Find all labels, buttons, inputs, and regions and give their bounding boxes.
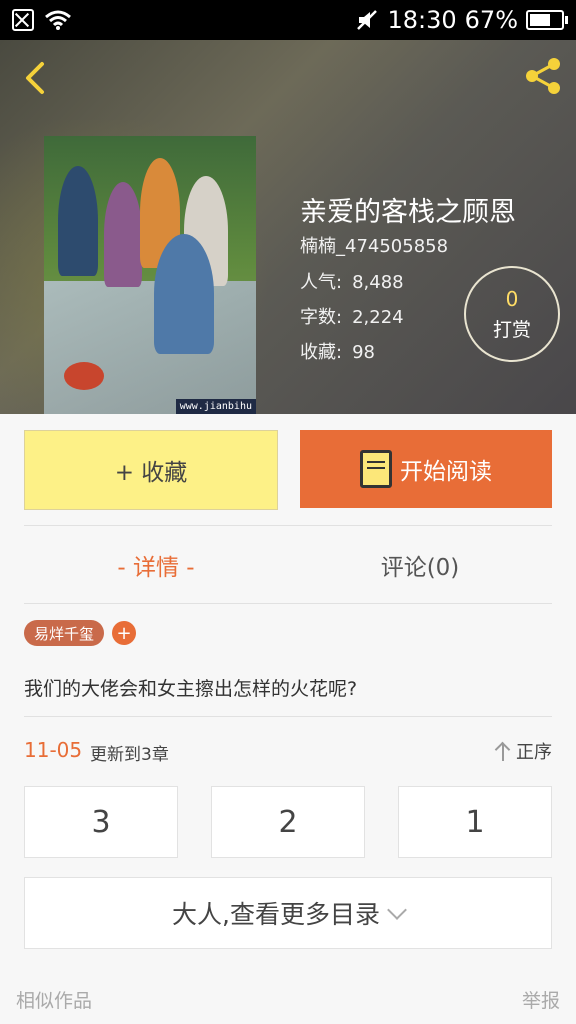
- divider: [24, 716, 552, 717]
- clock: 18:30: [387, 6, 457, 34]
- chevron-down-icon: [387, 900, 407, 920]
- report-link[interactable]: 举报: [522, 986, 560, 1013]
- arrow-up-icon: [494, 741, 512, 761]
- add-tag-button[interactable]: +: [112, 621, 136, 645]
- start-reading-label: 开始阅读: [400, 459, 492, 485]
- popularity-label: 人气:: [300, 272, 343, 293]
- back-arrow-icon[interactable]: [18, 58, 58, 98]
- wordcount-value: 2,224: [352, 307, 404, 328]
- wordcount-stat: 字数: 2,224: [300, 303, 404, 329]
- sort-order-label: 正序: [516, 742, 552, 763]
- tab-detail[interactable]: - 详情 -: [24, 548, 288, 582]
- status-bar: 18:30 67%: [0, 0, 576, 40]
- tip-count: 0: [505, 286, 519, 311]
- add-favorite-button[interactable]: + 收藏: [24, 430, 278, 510]
- favorites-label: 收藏:: [300, 342, 343, 363]
- author-name[interactable]: 楠楠_474505858: [300, 232, 448, 258]
- book-header: www.jianbihu 亲爱的客栈之顾恩 楠楠_474505858 人气: 8,…: [0, 40, 576, 414]
- share-icon[interactable]: [522, 54, 566, 98]
- favorites-stat: 收藏: 98: [300, 338, 375, 364]
- battery-icon: [526, 10, 568, 30]
- popularity-stat: 人气: 8,488: [300, 268, 404, 294]
- notification-icon: [12, 9, 34, 31]
- book-title: 亲爱的客栈之顾恩: [300, 197, 516, 228]
- similar-works-heading: 相似作品: [16, 990, 93, 1012]
- chapter-button[interactable]: 1: [398, 786, 552, 858]
- book-icon: [360, 450, 392, 488]
- battery-percent: 67%: [464, 6, 518, 34]
- popularity-value: 8,488: [352, 272, 404, 293]
- book-description: 我们的大佬会和女主擦出怎样的火花呢?: [24, 678, 358, 700]
- tip-button[interactable]: 0 打赏: [464, 266, 560, 362]
- tip-label: 打赏: [492, 318, 531, 341]
- sort-order-button[interactable]: 正序: [494, 738, 552, 764]
- chapter-button[interactable]: 3: [24, 786, 178, 858]
- tab-comments[interactable]: 评论(0): [288, 548, 552, 582]
- mute-icon: [357, 10, 378, 30]
- book-cover[interactable]: www.jianbihu: [44, 136, 256, 414]
- more-chapters-label: 大人,查看更多目录: [172, 900, 380, 929]
- wordcount-label: 字数:: [300, 307, 343, 328]
- divider: [24, 525, 552, 526]
- more-chapters-button[interactable]: 大人,查看更多目录: [24, 877, 552, 949]
- start-reading-button[interactable]: 开始阅读: [300, 430, 552, 508]
- chapter-button[interactable]: 2: [211, 786, 365, 858]
- favorites-value: 98: [352, 342, 375, 363]
- divider: [24, 603, 552, 604]
- update-status: 更新到3章: [90, 745, 169, 765]
- update-date: 11-05: [24, 738, 83, 762]
- tag-chip[interactable]: 易烊千玺: [24, 620, 105, 646]
- wifi-icon: [45, 10, 71, 30]
- cover-watermark: www.jianbihu: [175, 399, 256, 414]
